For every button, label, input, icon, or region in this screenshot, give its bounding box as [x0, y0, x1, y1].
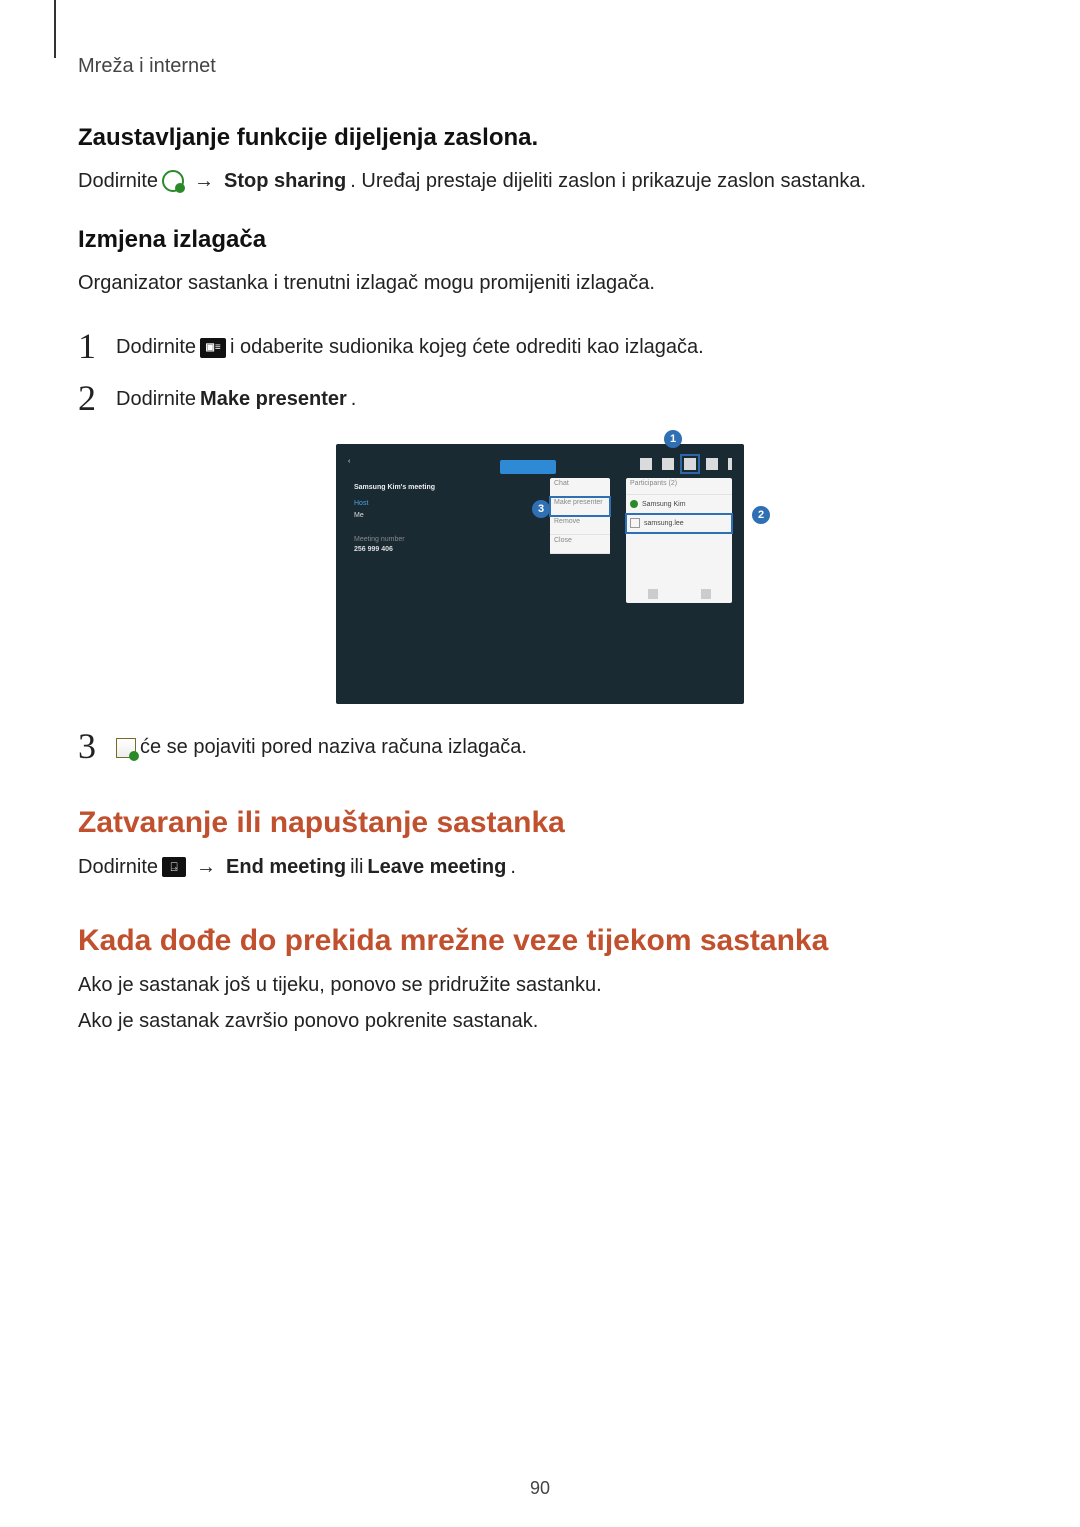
paragraph-change-presenter: Organizator sastanka i trenutni izlagač … [78, 268, 1002, 298]
participants-icon [684, 458, 696, 470]
presenter-badge-icon [630, 500, 638, 508]
exit-meeting-icon [162, 857, 186, 877]
action-make-presenter: Make presenter [200, 388, 347, 411]
step-1: 1 Dodirnite i odaberite sudionika kojeg … [78, 328, 1002, 364]
panel-header: Participants (2) [626, 478, 732, 495]
participant-row-selected: samsung.lee [626, 514, 732, 533]
step-number: 3 [78, 728, 116, 764]
mic-icon [662, 458, 674, 470]
text: će se pojaviti pored naziva računa izlag… [140, 736, 527, 759]
heading-change-presenter: Izmjena izlagača [78, 226, 1002, 254]
text: Dodirnite [116, 388, 196, 411]
step-number: 2 [78, 380, 116, 416]
paragraph-disconnect-1: Ako je sastanak još u tijeku, ponovo se … [78, 970, 1002, 1000]
back-icon: ‹ [348, 458, 350, 465]
action-end-meeting: End meeting [226, 852, 346, 882]
participants-panel: Participants (2) Samsung Kim samsung.lee [626, 478, 732, 603]
paragraph-disconnect-2: Ako je sastanak završio ponovo pokrenite… [78, 1006, 1002, 1036]
camera-icon [640, 458, 652, 470]
text: Dodirnite [116, 336, 196, 359]
menu-item-make-presenter: Make presenter [550, 497, 610, 516]
callout-1: 1 [664, 430, 682, 448]
step-2: 2 Dodirnite Make presenter . [78, 380, 1002, 416]
arrow-icon: → [190, 852, 222, 882]
panel-spacer [626, 533, 732, 585]
speaker-icon [701, 589, 711, 599]
checkbox-icon [630, 518, 640, 528]
exit-icon [706, 458, 718, 470]
heading-disconnect: Kada dođe do prekida mrežne veze tijekom… [78, 924, 1002, 958]
text: . Uređaj prestaje dijeliti zaslon i prik… [350, 166, 866, 196]
app-screenshot: ‹ Samsung Kim's meeting Host Me Meeting … [336, 444, 744, 704]
breadcrumb: Mreža i internet [78, 55, 1002, 78]
callout-3: 3 [532, 500, 550, 518]
text: Dodirnite [78, 166, 158, 196]
text: ili [350, 852, 363, 882]
mute-all-icon [648, 589, 658, 599]
text: Dodirnite [78, 852, 158, 882]
menu-item: Chat [550, 478, 610, 497]
more-icon [728, 458, 732, 470]
share-status-icon [162, 170, 184, 192]
participant-name: Samsung Kim [642, 501, 686, 508]
page-number: 90 [0, 1478, 1080, 1499]
heading-stop-sharing: Zaustavljanje funkcije dijeljenja zaslon… [78, 124, 1002, 152]
host-label: Host [354, 500, 368, 507]
context-menu: Chat Make presenter Remove Close [550, 478, 610, 554]
share-screen-button [500, 460, 556, 474]
meeting-code: 256 999 406 [354, 546, 393, 553]
participant-row: Samsung Kim [626, 495, 732, 514]
me-label: Me [354, 512, 364, 519]
manual-page: Mreža i internet Zaustavljanje funkcije … [0, 0, 1080, 1527]
text: i odaberite sudionika kojeg ćete odredit… [230, 336, 704, 359]
presenter-badge-icon [116, 738, 136, 758]
step-number: 1 [78, 328, 116, 364]
step-3: 3 će se pojaviti pored naziva računa izl… [78, 728, 1002, 764]
menu-item: Close [550, 535, 610, 554]
menu-item: Remove [550, 516, 610, 535]
text: . [351, 388, 357, 411]
callout-2: 2 [752, 506, 770, 524]
heading-close-meeting: Zatvaranje ili napuštanje sastanka [78, 806, 1002, 840]
arrow-icon: → [188, 166, 220, 196]
paragraph-close-meeting: Dodirnite → End meeting ili Leave meetin… [78, 852, 1002, 882]
meeting-title: Samsung Kim's meeting [354, 484, 435, 491]
figure-container: ‹ Samsung Kim's meeting Host Me Meeting … [78, 444, 1002, 704]
action-stop-sharing: Stop sharing [224, 166, 346, 196]
action-leave-meeting: Leave meeting [367, 852, 506, 882]
header-rule [54, 0, 56, 58]
participants-icon [200, 338, 226, 358]
panel-footer [626, 585, 732, 603]
toolbar [640, 458, 732, 470]
text: . [510, 852, 516, 882]
participant-name: samsung.lee [644, 520, 684, 527]
paragraph-stop-sharing: Dodirnite → Stop sharing . Uređaj presta… [78, 166, 1002, 196]
meeting-number-label: Meeting number [354, 536, 405, 543]
